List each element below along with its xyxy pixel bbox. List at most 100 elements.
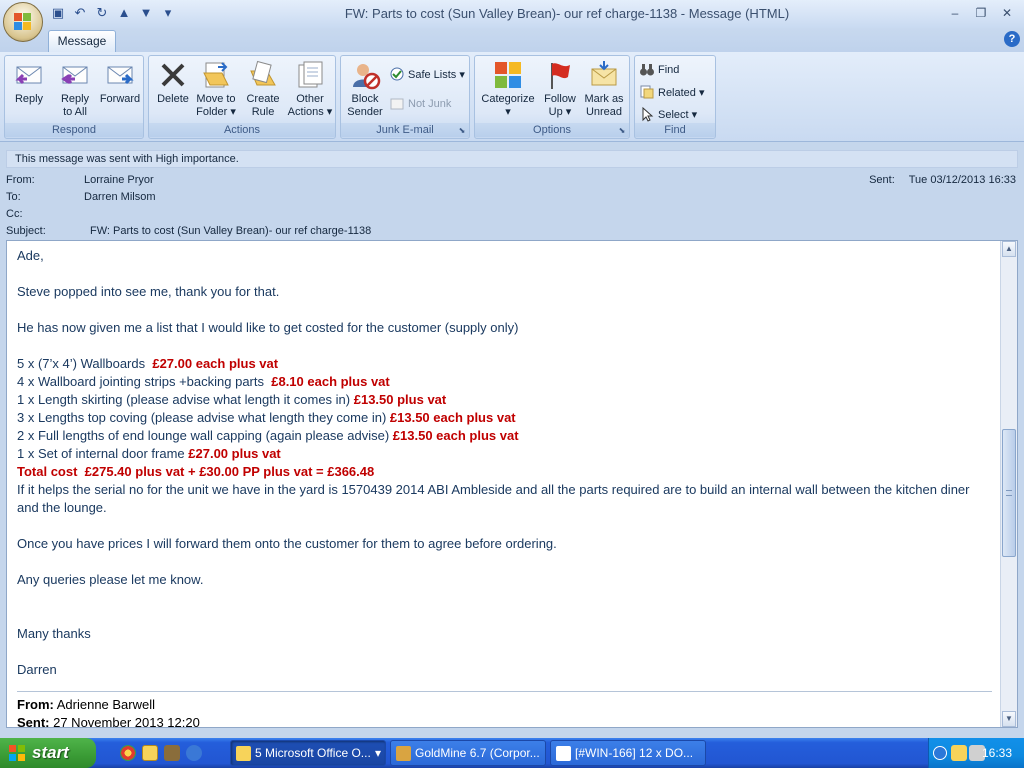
taskbar: start 5 Microsoft Office O... ▾ GoldMine…	[0, 738, 1024, 768]
group-junk-email-label: Junk E-mail	[341, 123, 469, 137]
forwarded-header: From: Adrienne Barwell Sent: 27 November…	[17, 691, 992, 728]
minimize-icon[interactable]: ‒	[944, 4, 966, 22]
mark-as-unread-icon	[591, 61, 617, 86]
select-cursor-icon	[642, 106, 654, 122]
select-button[interactable]: Select ▾	[639, 104, 697, 124]
mark-as-unread-button[interactable]: Mark as Unread	[581, 59, 627, 123]
taskbar-button-outlook[interactable]: 5 Microsoft Office O... ▾	[230, 740, 386, 766]
importance-infobar: This message was sent with High importan…	[6, 150, 1018, 168]
other-actions-label2: Actions ▾	[287, 106, 333, 118]
tab-message[interactable]: Message	[48, 30, 116, 52]
message-header: From: Lorraine Pryor To: Darren Milsom C…	[0, 170, 1024, 240]
help-icon[interactable]: ?	[1004, 31, 1020, 47]
fwd-sent-label: Sent:	[17, 715, 50, 728]
other-actions-button[interactable]: Other Actions ▾	[287, 59, 333, 123]
app-quicklaunch-icon[interactable]	[164, 745, 180, 761]
parts-item-price: £8.10 each plus vat	[271, 374, 390, 389]
vertical-scrollbar[interactable]: ▲ ▼	[1000, 241, 1017, 727]
fwd-sent-value: 27 November 2013 12:20	[49, 715, 200, 728]
from-value[interactable]: Lorraine Pryor	[84, 174, 154, 186]
delete-button[interactable]: Delete	[153, 59, 193, 123]
safe-lists-button[interactable]: Safe Lists ▾	[389, 64, 465, 84]
group-respond-label: Respond	[5, 123, 143, 137]
body-line: Steve popped into see me, thank you for …	[17, 284, 280, 299]
ribbon: Reply Reply to All Forward Respond Delet…	[0, 52, 1024, 142]
parts-item: 1 x Set of internal door frame £27.00 pl…	[17, 445, 992, 463]
from-label: From:	[6, 174, 35, 186]
reply-all-button[interactable]: Reply to All	[53, 59, 97, 123]
scroll-down-icon[interactable]: ▼	[1002, 711, 1016, 727]
follow-up-label2: Up ▾	[548, 106, 572, 118]
mark-as-unread-label: Mark as	[584, 93, 624, 105]
chrome-quicklaunch-icon[interactable]	[120, 745, 136, 761]
body-line: Any queries please let me know.	[17, 572, 204, 587]
find-label: Find	[658, 64, 680, 76]
sent-row: Sent: Tue 03/12/2013 16:33	[869, 174, 1016, 186]
parts-item-text: 3 x Lengths top coving (please advise wh…	[17, 410, 390, 425]
not-junk-button[interactable]: Not Junk	[389, 94, 451, 114]
to-value[interactable]: Darren Milsom	[84, 191, 156, 203]
options-dialog-launcher-icon[interactable]: ⬊	[617, 126, 627, 136]
goldmine-task-icon	[396, 746, 411, 761]
group-respond: Reply Reply to All Forward Respond	[4, 55, 144, 139]
forward-label: Forward	[99, 93, 141, 105]
safe-lists-icon	[390, 67, 404, 81]
group-find-label: Find	[635, 123, 715, 137]
sent-value: Tue 03/12/2013 16:33	[908, 174, 1016, 186]
close-icon[interactable]: ✕	[996, 4, 1018, 22]
select-label: Select ▾	[658, 108, 698, 121]
find-binoculars-icon	[640, 64, 654, 76]
tray-outlook-icon[interactable]	[951, 745, 967, 761]
title-bar: ▣ ↶ ↻ ▲ ▼ ▾ FW: Parts to cost (Sun Valle…	[0, 0, 1024, 42]
clock: 16:33	[981, 746, 1012, 760]
window-controls: ‒ ❐ ✕	[944, 4, 1018, 22]
categorize-label: Categorize	[481, 93, 535, 105]
tray-expand-icon[interactable]	[933, 746, 947, 760]
move-to-folder-icon	[203, 62, 229, 88]
message-body-pane[interactable]: Ade, Steve popped into see me, thank you…	[6, 240, 1018, 728]
other-actions-label: Other	[296, 93, 324, 105]
outlook-quicklaunch-icon[interactable]	[142, 745, 158, 761]
categorize-icon	[495, 62, 521, 88]
reply-all-label: Reply	[60, 93, 90, 105]
forward-icon	[107, 66, 134, 85]
scroll-thumb[interactable]	[1002, 429, 1016, 557]
ticket-task-icon	[556, 746, 571, 761]
group-options-label: Options	[475, 123, 629, 137]
subject-value: FW: Parts to cost (Sun Valley Brean)- ou…	[90, 225, 372, 237]
start-button[interactable]: start	[0, 738, 96, 768]
parts-item-text: 2 x Full lengths of end lounge wall capp…	[17, 428, 393, 443]
find-button[interactable]: Find	[639, 60, 679, 80]
related-button[interactable]: Related ▾	[639, 82, 705, 102]
junk-email-dialog-launcher-icon[interactable]: ⬊	[457, 126, 467, 136]
reply-button[interactable]: Reply	[9, 59, 49, 123]
parts-item: 5 x (7’x 4’) Wallboards £27.00 each plus…	[17, 355, 992, 373]
parts-item: 3 x Lengths top coving (please advise wh…	[17, 409, 992, 427]
body-line: If it helps the serial no for the unit w…	[17, 482, 974, 515]
group-actions: Delete Move to Folder ▾ Create Rule Othe…	[148, 55, 336, 139]
forward-button[interactable]: Forward	[97, 59, 143, 123]
move-to-folder-button[interactable]: Move to Folder ▾	[193, 59, 239, 123]
restore-icon[interactable]: ❐	[970, 4, 992, 22]
reply-icon	[15, 66, 42, 85]
block-sender-label: Block	[351, 93, 379, 105]
group-actions-label: Actions	[149, 123, 335, 137]
ie-quicklaunch-icon[interactable]	[186, 745, 202, 761]
move-to-folder-label: Move to	[196, 93, 236, 105]
scroll-up-icon[interactable]: ▲	[1002, 241, 1016, 257]
block-sender-button[interactable]: Block Sender	[343, 59, 387, 123]
related-label: Related ▾	[658, 86, 705, 99]
system-tray: 16:33	[928, 738, 1024, 768]
window-title: FW: Parts to cost (Sun Valley Brean)- ou…	[344, 6, 790, 21]
office-button[interactable]	[3, 2, 43, 42]
follow-up-button[interactable]: Follow Up ▾	[539, 59, 581, 123]
create-rule-button[interactable]: Create Rule	[241, 59, 285, 123]
outlook-task-icon	[236, 746, 251, 761]
related-icon	[640, 85, 654, 99]
taskbar-button-ticket[interactable]: [#WIN-166] 12 x DO...	[550, 740, 706, 766]
body-line: He has now given me a list that I would …	[17, 320, 519, 335]
total-cost: Total cost £275.40 plus vat + £30.00 PP …	[17, 464, 375, 479]
taskbar-button-goldmine[interactable]: GoldMine 6.7 (Corpor...	[390, 740, 546, 766]
parts-item-price: £27.00 each plus vat	[152, 356, 279, 371]
categorize-button[interactable]: Categorize ▾	[479, 59, 537, 123]
